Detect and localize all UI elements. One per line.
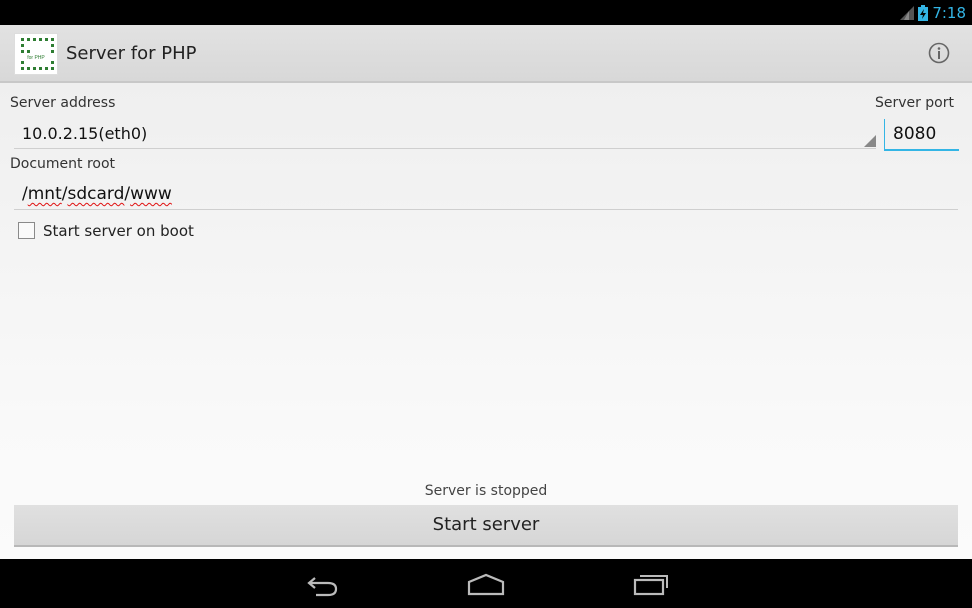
spinner-arrow-icon (864, 135, 876, 147)
start-server-button[interactable]: Start server (14, 505, 958, 547)
server-address-label: Server address (10, 95, 116, 111)
server-logo-icon: for PHP (21, 38, 54, 70)
back-icon[interactable] (304, 569, 340, 599)
document-root-value: /mnt/sdcard/www (22, 184, 172, 204)
server-port-input[interactable]: 8080 (884, 119, 959, 151)
app-icon-caption: for PHP (27, 55, 45, 61)
status-icons: 7:18 (900, 0, 966, 25)
recents-icon[interactable] (632, 569, 670, 599)
action-bar: for PHP Server for PHP (0, 25, 972, 83)
path-part: sdcard (67, 184, 125, 204)
server-address-spinner[interactable]: 10.0.2.15(eth0) (14, 119, 876, 149)
main-content: Server address Server port 10.0.2.15(eth… (0, 83, 972, 559)
server-address-underline (14, 148, 876, 149)
battery-icon (918, 4, 929, 21)
document-root-label: Document root (10, 156, 116, 172)
server-status-text: Server is stopped (424, 483, 548, 499)
path-part: www (130, 184, 172, 204)
start-on-boot-label[interactable]: Start server on boot (43, 222, 194, 240)
status-bar: 7:18 (0, 0, 972, 25)
document-root-underline (14, 209, 958, 210)
server-address-value: 10.0.2.15(eth0) (22, 124, 148, 143)
clock: 7:18 (932, 3, 966, 22)
app-title: Server for PHP (66, 43, 197, 64)
signal-icon (900, 5, 915, 20)
info-icon[interactable] (928, 42, 950, 64)
app-icon: for PHP (14, 33, 58, 75)
server-port-label: Server port (874, 95, 954, 111)
home-icon[interactable] (466, 569, 506, 599)
server-port-value: 8080 (893, 124, 937, 144)
path-part: mnt (27, 184, 62, 204)
start-on-boot-checkbox[interactable] (18, 222, 35, 239)
navigation-bar (0, 559, 972, 608)
document-root-input[interactable]: /mnt/sdcard/www (14, 179, 958, 209)
